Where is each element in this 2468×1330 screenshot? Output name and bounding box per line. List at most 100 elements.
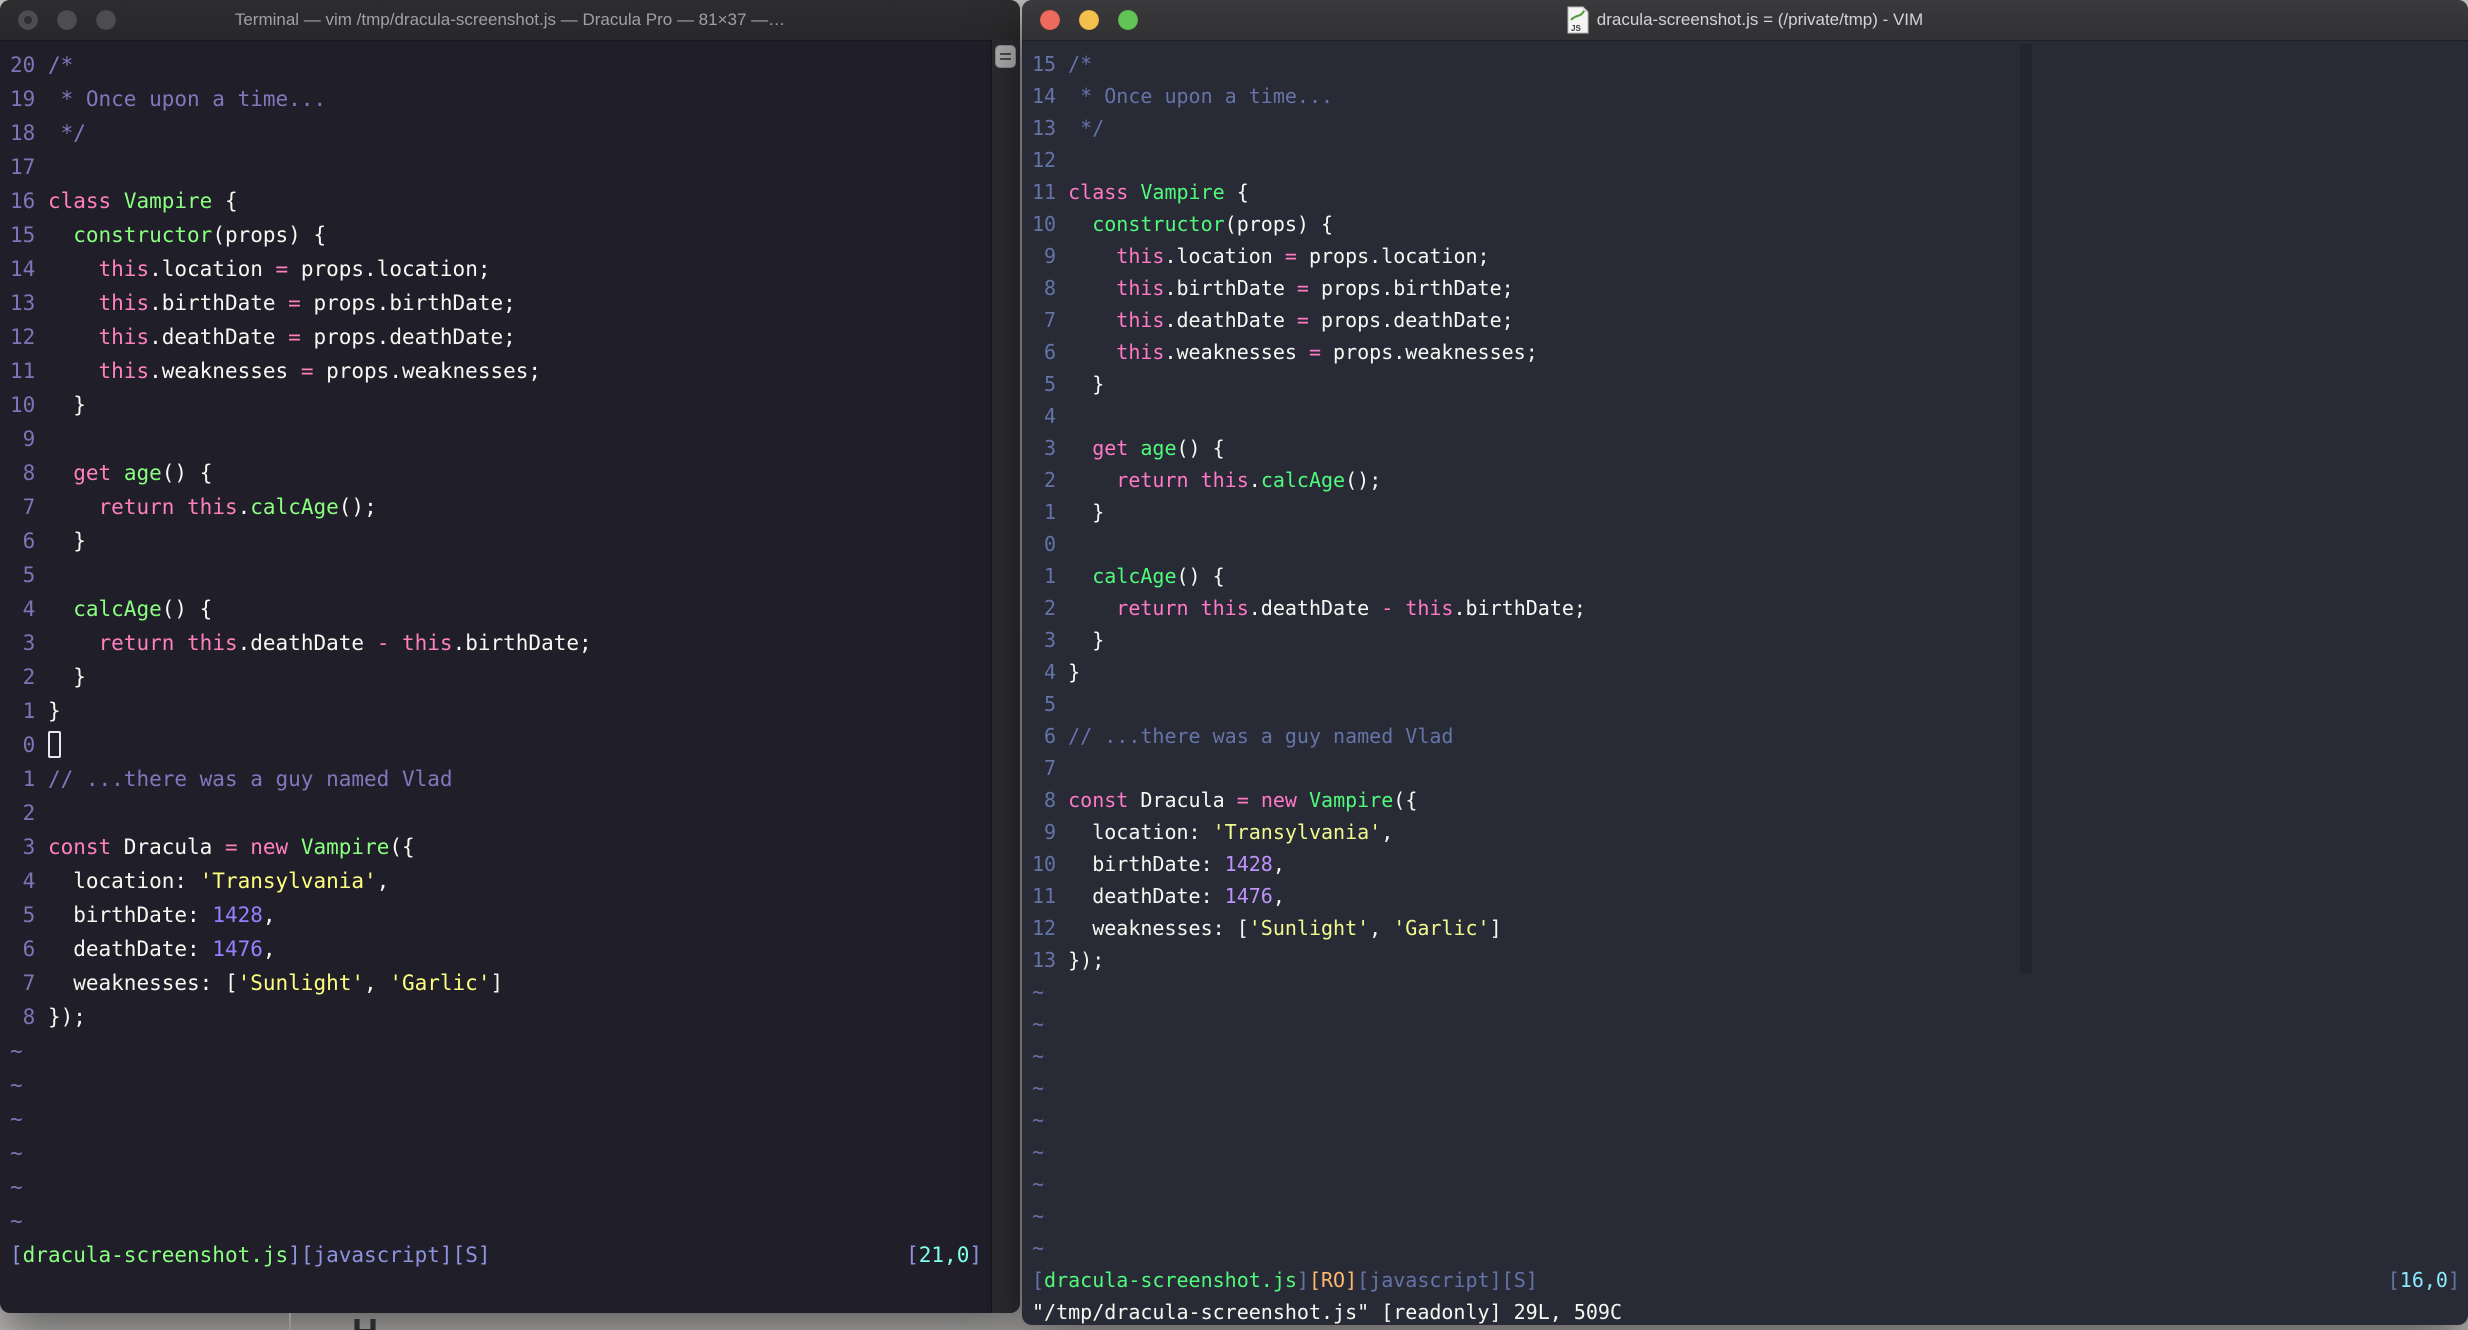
token-fg: .deathDate [1164,308,1297,332]
token-fn: Vampire [123,189,213,213]
code-line: 3 } [1032,624,2460,656]
line-number: 2 [10,801,48,825]
token-kw: new [1260,788,1297,812]
token-kw: new [250,835,289,859]
tilde: ~ [10,1073,23,1097]
split-pane-button[interactable] [995,45,1016,68]
token-fg [238,835,251,859]
token-kw: get [73,461,112,485]
terminal-titlebar[interactable]: Terminal — vim /tmp/dracula-screenshot.j… [0,0,1020,41]
line-number: 14 [1032,84,1069,108]
tilde-line: ~ [10,1068,992,1102]
token-fg: } [47,393,86,417]
code-line: 11 this.weaknesses = props.weaknesses; [10,354,992,388]
tilde: ~ [1032,1140,1045,1164]
vim-buffer-left[interactable]: 20 /* 19 * Once upon a time... 18 */17 16 … [0,40,992,1313]
token-str: 'Sunlight' [237,971,365,995]
token-pos: 21,0 [918,1243,970,1267]
line-number: 6 [10,937,48,961]
token-meta: S [1513,1268,1526,1292]
line-number: 5 [10,563,48,587]
code-line: 8 const Dracula = new Vampire({ [1032,784,2460,816]
token-fg: () { [161,597,213,621]
token-fn: Vampire [300,835,390,859]
vim-command-line: "/tmp/dracula-screenshot.js" [readonly] … [1032,1300,1623,1324]
token-fg: props.birthDate; [1308,276,1514,300]
zoom-button[interactable] [1118,10,1138,30]
zoom-button[interactable] [96,10,116,30]
vim-statusline: [dracula-screenshot.js][RO][javascript][… [1032,1264,2460,1296]
macvim-scrollbar[interactable] [2020,44,2032,974]
tilde: ~ [1032,980,1045,1004]
token-fg [1128,180,1140,204]
token-fg [1068,468,1116,492]
token-meta: javascript [1369,1268,1490,1292]
line-number: 5 [10,903,48,927]
token-fg [1068,340,1116,364]
vim-buffer-right[interactable]: 15 /* 14 * Once upon a time... 13 */12 11 … [1022,40,2468,1325]
token-fg: props.weaknesses; [313,359,542,383]
tilde-line: ~ [1032,1040,2460,1072]
tilde: ~ [1032,1076,1045,1100]
code-line: 4 [1032,400,2460,432]
line-number: 2 [10,665,48,689]
code-line: 3 return this.deathDate - this.birthDate… [10,626,992,660]
token-fg: } [47,529,86,553]
token-pun: ] [477,1243,491,1267]
token-kw: return [1116,596,1189,620]
token-fg: } [1068,660,1081,684]
token-fg: () { [1176,436,1225,460]
token-pun: [ [1357,1268,1370,1292]
token-fg: props.location; [1296,244,1490,268]
token-num: 1476 [1224,884,1273,908]
tilde: ~ [10,1175,23,1199]
token-pun: ] [1296,1268,1309,1292]
line-number: 2 [1032,468,1069,492]
minimize-button[interactable] [57,10,77,30]
token-pun: ][ [1489,1268,1514,1292]
token-fg: { [1224,180,1249,204]
code-line: 1 calcAge() { [1032,560,2460,592]
token-fg [1068,436,1092,460]
line-number: 7 [1032,308,1069,332]
token-fg [1297,788,1309,812]
token-kw: = [224,835,238,859]
token-fg: props.location; [288,257,491,281]
code-line: 13 }); [1032,944,2460,976]
token-kw: = [1308,340,1322,364]
token-fg [1068,212,1092,236]
minimize-button[interactable] [1079,10,1099,30]
code-line: 2 return this.calcAge(); [1032,464,2460,496]
line-number: 11 [10,359,48,383]
token-file: dracula-screenshot.js [22,1243,289,1267]
code-line: 3 get age() { [1032,432,2460,464]
code-line: 8 get age() { [10,456,992,490]
code-line: 11 deathDate: 1476, [1032,880,2460,912]
token-fg: props.weaknesses; [1321,340,1538,364]
line-number: 7 [10,495,48,519]
code-line: 13 this.birthDate = props.birthDate; [10,286,992,320]
code-line: 6 // ...there was a guy named Vlad [1032,720,2460,752]
close-button[interactable] [18,10,38,30]
token-fg: (); [1345,468,1382,492]
close-button[interactable] [1040,10,1060,30]
line-number: 10 [1032,212,1069,236]
line-number: 4 [10,869,48,893]
code-line: 13 */ [1032,112,2460,144]
line-number: 8 [1032,276,1069,300]
token-fg [174,495,187,519]
line-number: 4 [10,597,48,621]
code-line: 18 */ [10,116,992,150]
token-fg [48,325,99,349]
line-number: 5 [1032,692,1069,716]
line-number: 14 [10,257,48,281]
macvim-titlebar[interactable]: JS dracula-screenshot.js = (/private/tmp… [1022,0,2468,41]
token-fg [389,631,402,655]
token-fg [48,291,99,315]
code-line: 12 this.deathDate = props.deathDate; [10,320,992,354]
token-meta: javascript [313,1243,440,1267]
token-kw: = [1296,276,1309,300]
terminal-scrollbar[interactable] [991,40,1020,1313]
tilde: ~ [10,1039,23,1063]
token-fg [48,461,73,485]
